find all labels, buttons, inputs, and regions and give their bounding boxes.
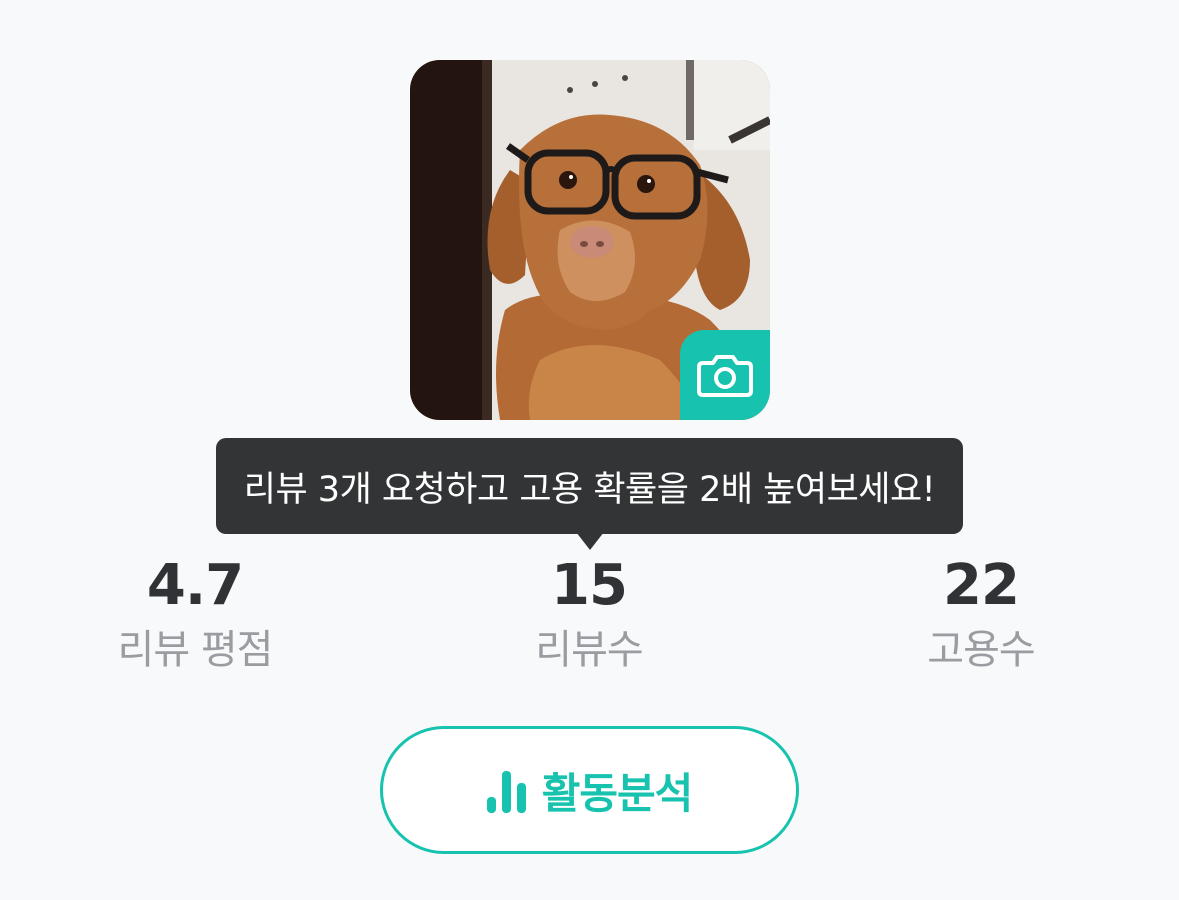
review-request-tooltip: 리뷰 3개 요청하고 고용 확률을 2배 높여보세요! bbox=[216, 438, 963, 534]
bar-chart-icon bbox=[486, 771, 526, 813]
stat-review-rating: 4.7 리뷰 평점 bbox=[65, 552, 325, 680]
tooltip-arrow bbox=[576, 532, 604, 550]
stat-hire-count: 22 고용수 bbox=[851, 552, 1111, 680]
review-rating-label: 리뷰 평점 bbox=[117, 627, 274, 673]
change-photo-button[interactable] bbox=[680, 330, 770, 420]
profile-photo[interactable] bbox=[410, 60, 770, 420]
hire-count-value: 22 bbox=[943, 553, 1020, 618]
activity-analysis-label: 활동분석 bbox=[541, 768, 694, 818]
review-rating-value: 4.7 bbox=[146, 553, 244, 618]
hire-count-label: 고용수 bbox=[927, 627, 1035, 673]
activity-analysis-button[interactable]: 활동분석 bbox=[380, 726, 799, 854]
review-count-value: 15 bbox=[551, 553, 628, 618]
tooltip-text: 리뷰 3개 요청하고 고용 확률을 2배 높여보세요! bbox=[243, 469, 936, 510]
review-count-label: 리뷰수 bbox=[535, 627, 643, 673]
camera-icon bbox=[697, 355, 753, 397]
stat-review-count: 15 리뷰수 bbox=[459, 552, 719, 680]
